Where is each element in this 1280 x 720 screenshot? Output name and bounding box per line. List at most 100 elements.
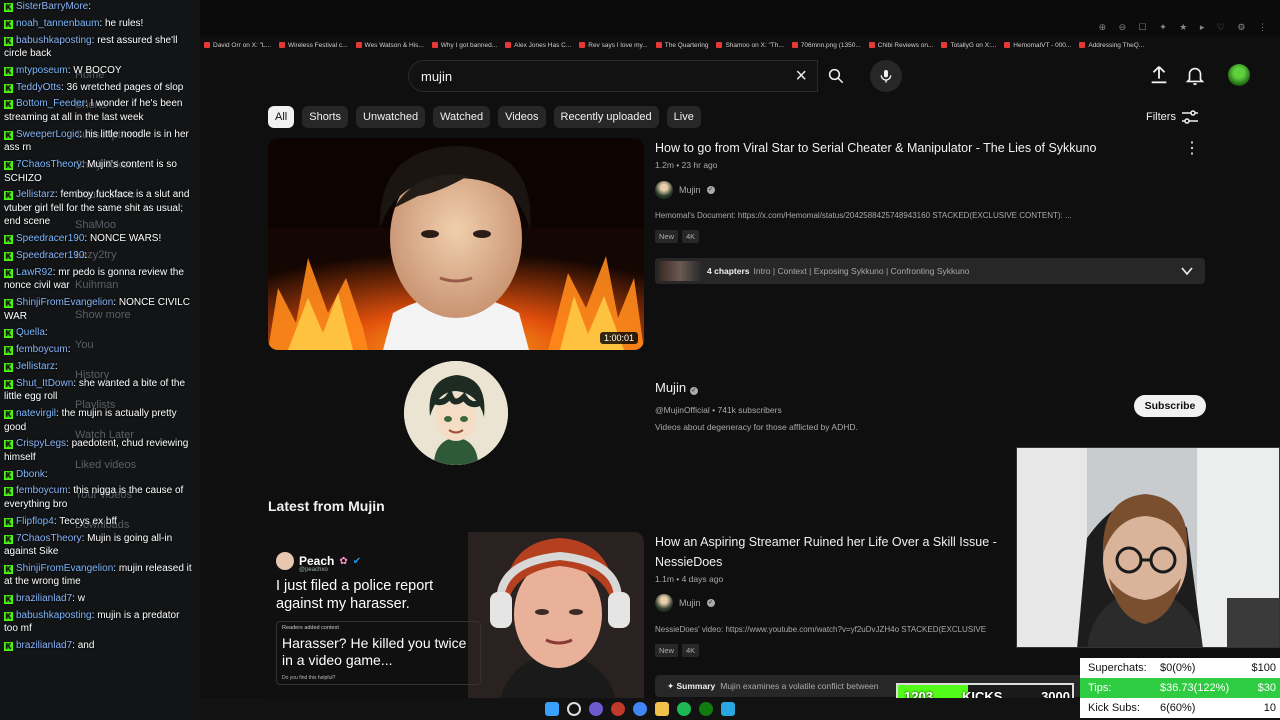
chat-username[interactable]: Speedracer190 [16,233,84,244]
chat-message: K SisterBarryMore: [4,1,92,12]
search-icon[interactable] [567,702,581,716]
bookmark-item[interactable]: Addressing TheQ... [1079,38,1144,54]
chat-message: K Flipflop4: Teccys ex bff [4,515,117,527]
more-options-icon[interactable]: ⋮ [1184,138,1200,158]
chat-username[interactable]: babushkaposting [16,35,92,46]
chip-videos[interactable]: Videos [498,106,546,128]
channel-link[interactable]: Mujin ✓ [655,181,715,199]
video-title[interactable]: How an Aspiring Streamer Ruined her Life… [655,532,1025,572]
chip-live[interactable]: Live [666,106,701,128]
chip-recently-uploaded[interactable]: Recently uploaded [553,106,659,128]
kick-badge-icon: K [4,362,13,372]
chat-username[interactable]: 7ChaosTheory [16,159,82,170]
chat-username[interactable]: babushkaposting [16,610,92,621]
video-title[interactable]: How to go from Viral Star to Serial Chea… [655,138,1175,158]
verified-icon: ✓ [689,387,698,395]
channel-avatar-large[interactable] [404,361,508,465]
channel-avatar[interactable] [655,181,673,199]
bookmark-item[interactable]: Rev says I love my... [579,38,648,54]
chat-message: K Jellistarz: femboy fuckface is a slut a… [4,189,190,228]
chat-username[interactable]: SisterBarryMore [16,1,88,12]
notifications-button[interactable] [1184,64,1206,86]
chat-username[interactable]: Dbonk [16,469,45,480]
chip-shorts[interactable]: Shorts [302,106,349,128]
chip-unwatched[interactable]: Unwatched [356,106,426,128]
chat-username[interactable]: Bottom_Feeder [16,98,85,109]
chat-username[interactable]: Speedracer190 [16,250,84,261]
browser-toolbar-icons[interactable]: ⊕ ⊖ ☐ ✦ ★ ▸ ♡ ⚙ ⋮ [1099,22,1272,33]
video-thumbnail[interactable]: 1:00:01 [268,138,644,350]
chat-username[interactable]: Jellistarz [16,361,55,372]
chat-username[interactable]: ShinjiFromEvangelion [16,563,113,574]
bookmark-label: HemomalVT - 000... [1013,42,1072,49]
channel-title[interactable]: Mujin ✓ [655,378,698,398]
tips-row: Tips: $36.73(122%) $30 [1080,678,1280,698]
kick-badge-icon: K [4,329,13,339]
bookmark-item[interactable]: The Quartering [655,38,708,54]
bookmark-item[interactable]: Wireless Festival c... [278,38,348,54]
chrome-icon[interactable] [633,702,647,716]
bookmark-item[interactable]: 706mnn.png (1350... [791,38,861,54]
chat-username[interactable]: Shut_ItDown [16,378,73,389]
bookmark-item[interactable]: HemomalVT - 000... [1004,38,1071,54]
search-input[interactable]: mujin × [408,60,818,92]
bookmark-item[interactable]: Chibi Reviews on... [868,38,933,54]
chat-username[interactable]: Quella [16,327,45,338]
chip-all[interactable]: All [268,106,295,128]
kick-badge-icon: K [4,440,13,450]
chapters-dropdown[interactable]: 4 chapters Intro | Context | Exposing Syk… [655,258,1205,284]
search-query[interactable]: mujin [421,69,452,84]
account-avatar[interactable] [1228,64,1250,86]
bookmark-item[interactable]: Shamoo on X: "Th... [716,38,784,54]
badge-new: New [655,644,679,657]
bookmark-item[interactable]: Wes Watson & His... [355,38,424,54]
channel-name-large[interactable]: Mujin [655,380,686,395]
chat-username[interactable]: noah_tannenbaum [16,18,99,29]
sliders-icon [1181,110,1198,124]
subscribe-button[interactable]: Subscribe [1134,395,1206,417]
bookmark-item[interactable]: Alex Jones Has C... [505,38,571,54]
chat-username[interactable]: 7ChaosTheory [16,533,82,544]
spotify-icon[interactable] [677,702,691,716]
chat-username[interactable]: brazilianlad7 [16,640,72,651]
channel-name[interactable]: Mujin [679,185,701,195]
chat-username[interactable]: mtyposeum [16,65,68,76]
search-button[interactable] [818,60,854,92]
bookmark-item[interactable]: David Orr on X: "L... [204,38,271,54]
chat-username[interactable]: SweeperLogic [16,129,79,140]
xbox-icon[interactable] [699,702,713,716]
chat-username[interactable]: LawR92 [16,267,53,278]
chat-message: K Shut_ItDown: she wanted a bite of the l… [4,377,186,403]
upload-button[interactable] [1148,64,1170,86]
bookmark-label: Addressing TheQ... [1088,42,1145,49]
voice-search-button[interactable] [870,60,902,92]
chat-username[interactable]: Jellistarz [16,189,55,200]
chat-username[interactable]: CrispyLegs [16,438,66,449]
bookmark-item[interactable]: Why I got banned... [431,38,497,54]
kick-badge-icon: K [4,611,13,621]
kick-badge-icon: K [4,251,13,261]
chat-username[interactable]: TeddyOtts [16,82,61,93]
favicon-icon [505,42,512,48]
channel-avatar[interactable] [655,594,673,612]
obs-icon[interactable] [611,702,625,716]
kick-badge-icon: K [4,66,13,76]
channel-name[interactable]: Mujin [679,598,701,608]
windows-start-icon[interactable] [545,702,559,716]
chat-username[interactable]: ShinjiFromEvangelion [16,297,113,308]
chat-username[interactable]: femboycum [16,485,68,496]
channel-link[interactable]: Mujin ✓ [655,594,715,612]
chat-username[interactable]: natevirgil [16,408,56,419]
chat-username[interactable]: Flipflop4 [16,516,54,527]
kick-badge-icon: K [4,83,13,93]
discord-icon[interactable] [589,702,603,716]
filters-button[interactable]: Filters [1146,110,1198,124]
chat-username[interactable]: femboycum [16,344,68,355]
chat-username[interactable]: brazilianlad7 [16,593,72,604]
clear-search-icon[interactable]: × [795,65,807,87]
video-thumbnail[interactable]: Peach ✿ ✔ @peachxo I just filed a police… [268,532,644,720]
bookmark-item[interactable]: TotallyG on X:... [941,38,996,54]
chip-watched[interactable]: Watched [433,106,491,128]
folder-icon[interactable] [655,702,669,716]
telegram-icon[interactable] [721,702,735,716]
